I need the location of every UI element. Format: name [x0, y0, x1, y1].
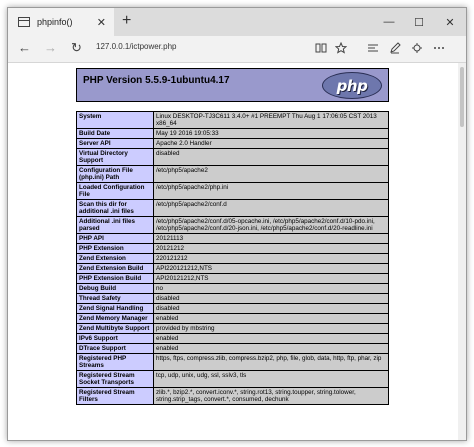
- row-key: Scan this dir for additional .ini files: [76, 199, 154, 217]
- table-row: Registered Stream Filters zlib.*, bzip2.*…: [76, 387, 389, 405]
- row-value: https, ftps, compress.zlib, compress.bzi…: [153, 353, 389, 371]
- row-value: enabled: [153, 313, 389, 324]
- row-key: Zend Multibyte Support: [76, 323, 154, 334]
- row-value: enabled: [153, 343, 389, 354]
- vertical-scrollbar[interactable]: [458, 63, 466, 440]
- table-row: Additional .ini files parsed/etc/php5/ap…: [76, 216, 389, 234]
- maximize-button[interactable]: ☐: [404, 8, 434, 36]
- php-info-table: System Linux DESKTOP-TJ3C611 3.4.0+ #1 PR…: [76, 111, 389, 405]
- row-value: tcp, udp, unix, udg, ssl, sslv3, tls: [153, 370, 389, 388]
- table-row: PHP Extension Build API20121212,NTS: [76, 273, 389, 284]
- row-key: Configuration File (php.ini) Path: [76, 165, 154, 183]
- row-value: 220121212: [153, 253, 389, 264]
- table-row: Debug Build no: [76, 283, 389, 294]
- row-value: disabled: [153, 293, 389, 304]
- table-row: Scan this dir for additional .ini files /…: [76, 199, 389, 217]
- table-row: DTrace Support enabled: [76, 343, 389, 354]
- php-logo: php: [322, 72, 382, 99]
- row-value: API20121212,NTS: [153, 273, 389, 284]
- table-row: PHP Extension 20121212: [76, 243, 389, 254]
- tab-close-icon[interactable]: ✕: [97, 16, 106, 29]
- php-header: PHP Version 5.5.9-1ubuntu4.17 php: [76, 68, 389, 102]
- table-row: Server API Apache 2.0 Handler: [76, 138, 389, 149]
- row-key: Registered PHP Streams: [76, 353, 154, 371]
- row-value: /etc/php5/apache2/conf.d/05-opcache.ini,…: [153, 216, 389, 234]
- table-row: Loaded Configuration File/etc/php5/apach…: [76, 182, 389, 200]
- table-row: PHP API 20121113: [76, 233, 389, 244]
- table-row: Zend Multibyte Support provided by mbstri…: [76, 323, 389, 334]
- row-key: Server API: [76, 138, 154, 149]
- row-key: Zend Signal Handling: [76, 303, 154, 314]
- row-value: May 19 2016 19:05:33: [153, 128, 389, 139]
- row-value: /etc/php5/apache2: [153, 165, 389, 183]
- row-value: /etc/php5/apache2/conf.d: [153, 199, 389, 217]
- row-key: Registered Stream Socket Transports: [76, 370, 154, 388]
- row-key: Zend Extension: [76, 253, 154, 264]
- row-key: Additional .ini files parsed: [76, 216, 154, 234]
- browser-tab[interactable]: phpinfo() ✕: [8, 8, 114, 36]
- row-key: PHP Extension Build: [76, 273, 154, 284]
- favorite-star-icon[interactable]: [335, 42, 347, 54]
- row-key: Thread Safety: [76, 293, 154, 304]
- table-row: Zend Extension 220121212: [76, 253, 389, 264]
- table-row: IPv6 Support enabled: [76, 333, 389, 344]
- forward-button[interactable]: →: [44, 40, 57, 56]
- row-value: Linux DESKTOP-TJ3C611 3.4.0+ #1 PREEMPT …: [153, 111, 389, 129]
- hub-icon[interactable]: [367, 42, 379, 54]
- row-value: disabled: [153, 148, 389, 166]
- table-row: Zend Memory Manager enabled: [76, 313, 389, 324]
- page-content: PHP Version 5.5.9-1ubuntu4.17 php System…: [8, 63, 466, 440]
- row-key: PHP API: [76, 233, 154, 244]
- table-row: System Linux DESKTOP-TJ3C611 3.4.0+ #1 PR…: [76, 111, 389, 129]
- tab-title: phpinfo(): [37, 17, 73, 27]
- php-logo-text: php: [336, 76, 368, 95]
- table-row: Zend Signal Handling disabled: [76, 303, 389, 314]
- row-key: Virtual Directory Support: [76, 148, 154, 166]
- table-row: Registered Stream Socket Transports tcp, …: [76, 370, 389, 388]
- browser-window: phpinfo() ✕ + — ☐ ✕ ← → ↻ 127.0.0.1/ictp…: [7, 7, 467, 441]
- row-value: 20121212: [153, 243, 389, 254]
- minimize-button[interactable]: —: [374, 8, 404, 36]
- row-value: provided by mbstring: [153, 323, 389, 334]
- back-button[interactable]: ←: [18, 40, 31, 56]
- row-key: Debug Build: [76, 283, 154, 294]
- new-tab-button[interactable]: +: [122, 12, 131, 30]
- notes-icon[interactable]: [389, 42, 401, 54]
- row-value: /etc/php5/apache2/php.ini: [153, 182, 389, 200]
- row-key: Loaded Configuration File: [76, 182, 154, 200]
- row-key: Registered Stream Filters: [76, 387, 154, 405]
- row-value: disabled: [153, 303, 389, 314]
- row-key: PHP Extension: [76, 243, 154, 254]
- table-row: Thread Safety disabled: [76, 293, 389, 304]
- row-key: IPv6 Support: [76, 333, 154, 344]
- row-key: Build Date: [76, 128, 154, 139]
- close-window-button[interactable]: ✕: [435, 8, 465, 36]
- row-key: DTrace Support: [76, 343, 154, 354]
- row-value: zlib.*, bzip2.*, convert.iconv.*, string…: [153, 387, 389, 405]
- page-icon: [18, 17, 30, 27]
- address-bar[interactable]: 127.0.0.1/ictpower.php: [96, 42, 296, 54]
- title-bar: phpinfo() ✕ + — ☐ ✕: [8, 8, 466, 36]
- row-key: Zend Extension Build: [76, 263, 154, 274]
- table-row: Registered PHP Streams https, ftps, compr…: [76, 353, 389, 371]
- refresh-button[interactable]: ↻: [71, 40, 82, 56]
- more-icon[interactable]: [433, 42, 445, 54]
- scrollbar-thumb[interactable]: [460, 67, 464, 127]
- reading-view-icon[interactable]: [315, 42, 327, 54]
- row-key: System: [76, 111, 154, 129]
- row-key: Zend Memory Manager: [76, 313, 154, 324]
- row-value: no: [153, 283, 389, 294]
- row-value: enabled: [153, 333, 389, 344]
- row-value: API220121212,NTS: [153, 263, 389, 274]
- table-row: Virtual Directory Support disabled: [76, 148, 389, 166]
- row-value: Apache 2.0 Handler: [153, 138, 389, 149]
- row-value: 20121113: [153, 233, 389, 244]
- table-row: Build Date May 19 2016 19:05:33: [76, 128, 389, 139]
- table-row: Configuration File (php.ini) Path/etc/ph…: [76, 165, 389, 183]
- table-row: Zend Extension Build API220121212,NTS: [76, 263, 389, 274]
- share-icon[interactable]: [411, 42, 423, 54]
- navigation-toolbar: ← → ↻ 127.0.0.1/ictpower.php: [8, 36, 466, 63]
- page-title: PHP Version 5.5.9-1ubuntu4.17: [83, 75, 230, 86]
